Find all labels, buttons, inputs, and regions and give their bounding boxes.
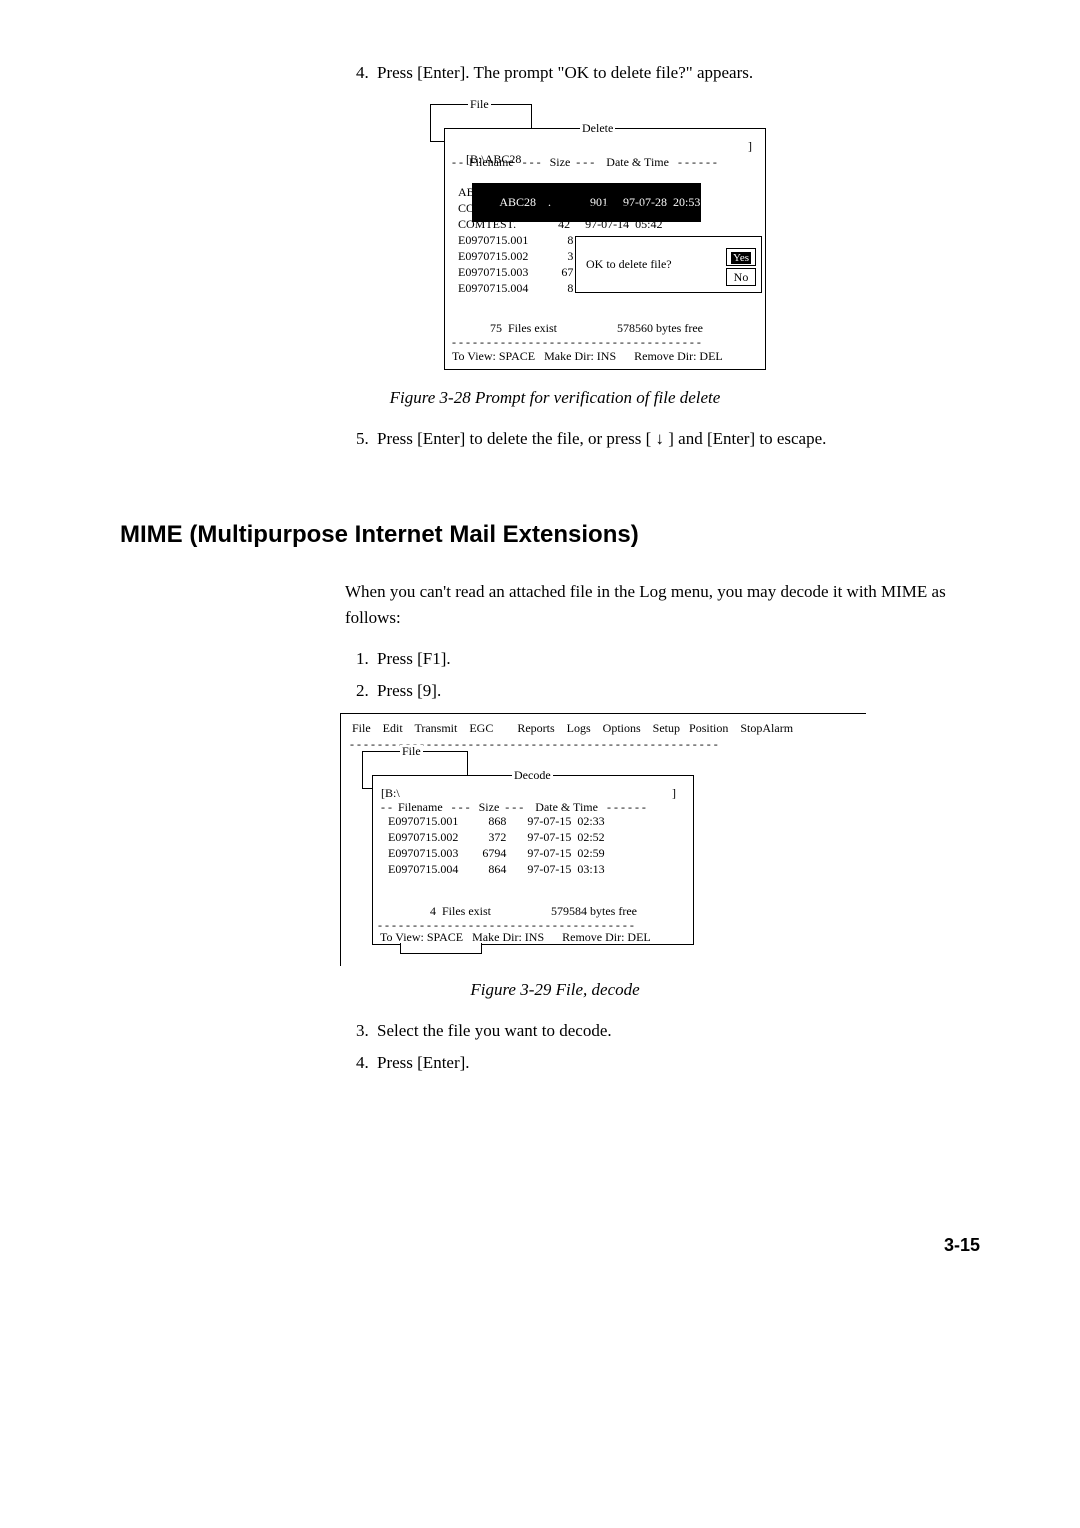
r2-3: E0970715.003 6794 97-07-15 02:59 <box>388 846 605 860</box>
r2-2: E0970715.002 372 97-07-15 02:52 <box>388 830 605 844</box>
row7: E0970715.003 67 <box>454 265 573 279</box>
row2: ABC281 . 901 97-07-28 20:54 <box>454 185 659 199</box>
file-box-label-2: File <box>400 745 423 757</box>
row6: E0970715.002 3 <box>454 249 573 263</box>
no-button[interactable]: No <box>734 270 749 284</box>
status2: 4 Files exist 579584 bytes free <box>430 905 637 918</box>
path2: [B:\ <box>381 787 400 800</box>
delete-box-label: Delete <box>580 122 615 134</box>
path-end: ] <box>748 140 752 153</box>
status: 75 Files exist 578560 bytes free <box>490 322 703 335</box>
row4: COMTEST. 42 97-07-14 05:42 <box>454 217 662 231</box>
row8: E0970715.004 8 <box>454 281 573 295</box>
steps-b: Press [Enter] to delete the file, or pre… <box>345 426 990 452</box>
r2-4: E0970715.004 864 97-07-15 03:13 <box>388 862 605 876</box>
row3: COIEKI . 42 97-07-15 02:13 <box>454 201 663 215</box>
step-3: Select the file you want to decode. <box>373 1018 990 1044</box>
file-box-label: File <box>468 98 491 110</box>
sep-dash: - - - - - - - - - - - - - - - - - - - - … <box>452 336 701 349</box>
col-header: - - Filename - - - Size - - - Date & Tim… <box>452 156 717 169</box>
hint: To View: SPACE Make Dir: INS Remove Dir:… <box>452 350 723 363</box>
row5: E0970715.001 8 <box>454 233 573 247</box>
figure-3-28: File Delete [B:\ABC28 ] - - Filename - -… <box>430 96 770 376</box>
page-number: 3-15 <box>120 1235 990 1256</box>
r2-1: E0970715.001 868 97-07-15 02:33 <box>388 814 605 828</box>
yes-button[interactable]: Yes <box>731 252 751 264</box>
steps-d: Select the file you want to decode. Pres… <box>345 1018 990 1075</box>
figure-3-29: File Edit Transmit EGC Reports Logs Opti… <box>340 713 865 968</box>
step-4b: Press [Enter]. <box>373 1050 990 1076</box>
steps-a: Press [Enter]. The prompt "OK to delete … <box>345 60 990 86</box>
step-4a: Press [Enter]. The prompt "OK to delete … <box>373 60 990 86</box>
col-header-2: - - Filename - - - Size - - - Date & Tim… <box>378 801 646 814</box>
fig1-caption: Figure 3-28 Prompt for verification of f… <box>120 388 990 408</box>
path2-end: ] <box>672 787 676 800</box>
decode-box-label: Decode <box>512 769 553 781</box>
fig2-caption: Figure 3-29 File, decode <box>120 980 990 1000</box>
intro: When you can't read an attached file in … <box>345 579 990 630</box>
step-5: Press [Enter] to delete the file, or pre… <box>373 426 990 452</box>
popup-msg: OK to delete file? <box>586 258 672 271</box>
step-1: Press [F1]. <box>373 646 990 672</box>
menubar: File Edit Transmit EGC Reports Logs Opti… <box>352 721 793 736</box>
step-2: Press [9]. <box>373 678 990 704</box>
heading: MIME (Multipurpose Internet Mail Extensi… <box>120 521 990 549</box>
